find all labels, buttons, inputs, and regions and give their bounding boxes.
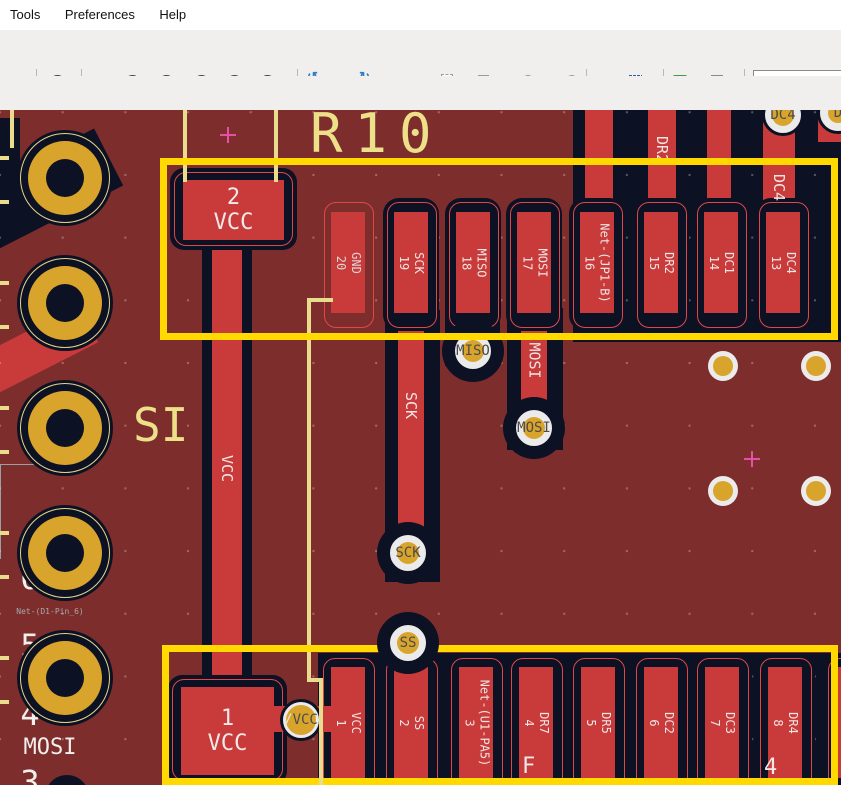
silkscreen-tick: [0, 450, 9, 454]
silkscreen-tick: [0, 325, 9, 329]
silkscreen-line: [307, 298, 311, 682]
tht-pad-hole: [46, 409, 84, 447]
tht-pad-hole: [46, 534, 84, 572]
copper-trace-sck[interactable]: [398, 310, 424, 557]
silkscreen-tick: [0, 700, 9, 704]
tht-pad-hole: [46, 284, 84, 322]
via-net-label: MISO: [433, 344, 513, 358]
free-pad-hole: [713, 481, 733, 501]
menu-bar: Tools Preferences Help: [0, 0, 841, 30]
main-toolbar: ↷ A ⟳ + − ▪ ◦ ▸ ↺ ↻ ▷▶ ◢◣ ✎ ↺ ✓ F.Silksc…: [0, 30, 841, 76]
free-pad-hole: [713, 356, 733, 376]
silkscreen-line: [10, 110, 14, 148]
silkscreen-tick: [0, 156, 9, 160]
menu-preferences[interactable]: Preferences: [55, 0, 145, 22]
via-net-label: D: [798, 110, 841, 120]
silkscreen-ref-r10[interactable]: R10: [310, 110, 444, 165]
via-net-label: /VCC: [261, 713, 341, 727]
silkscreen-tick: [0, 531, 9, 535]
silkscreen-tick: [0, 575, 9, 579]
menu-help[interactable]: Help: [149, 0, 196, 22]
menu-tools[interactable]: Tools: [0, 0, 50, 22]
pcb-canvas[interactable]: DR2DC4UPDIVCCSCKMOSI2VCC1VCCGND 20SCK 19…: [0, 110, 841, 785]
silkscreen-ref-si[interactable]: SI: [133, 398, 188, 452]
drawing-toolbar: Via: use netclass sizes Grid: 1.2700 mm …: [0, 76, 841, 110]
silkscreen-tick: [0, 406, 9, 410]
kicad-pcb-editor-window: Tools Preferences Help ↷ A ⟳ + − ▪ ◦ ▸ ↺…: [0, 0, 841, 785]
cursor-crosshair-v: [0, 465, 1, 559]
silkscreen-tick: [0, 281, 9, 285]
selection-rect-top[interactable]: [160, 158, 838, 340]
via-net-label: SS: [368, 636, 448, 650]
free-pad-hole: [806, 481, 826, 501]
silkscreen-tick: [0, 656, 9, 660]
tht-pad-hole: [46, 659, 84, 697]
tht-pad-hole: [46, 159, 84, 197]
pad-net-label: MOSI: [0, 735, 100, 763]
free-pad-hole: [806, 356, 826, 376]
via-net-label: SCK: [368, 546, 448, 560]
silkscreen-tick: [0, 200, 9, 204]
pad-net-label: Net-(D1-Pin_6): [0, 599, 100, 627]
via-net-label: MOSI: [494, 421, 574, 435]
silkscreen-line: [319, 678, 323, 785]
